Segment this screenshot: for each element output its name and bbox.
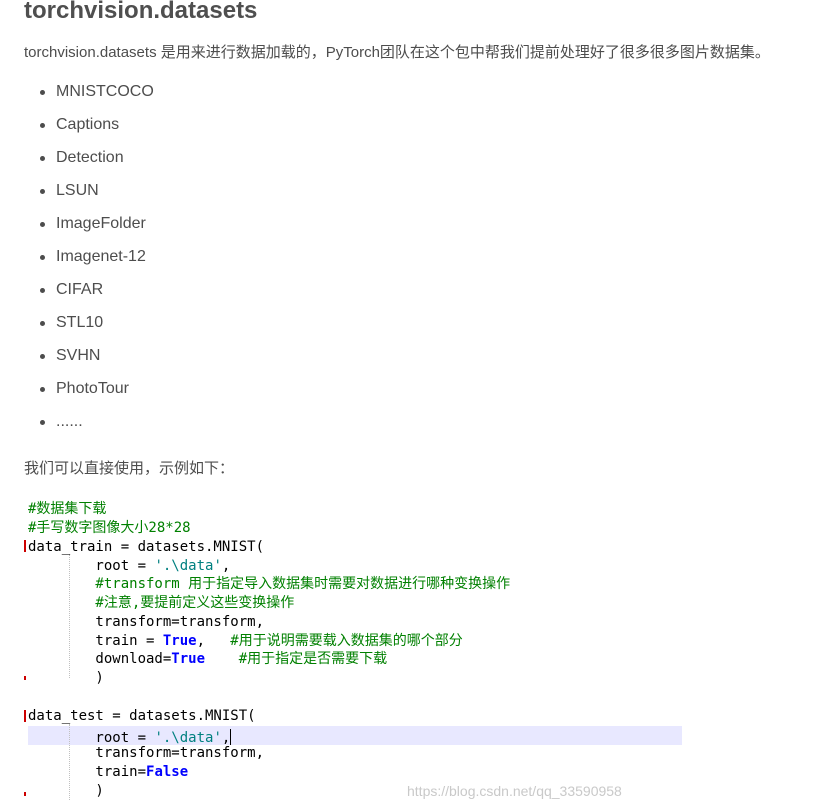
code-line: download=True #用于指定是否需要下载: [28, 650, 387, 668]
code-text: data_test = datasets.MNIST(: [28, 708, 256, 724]
code-comment: #数据集下载: [28, 501, 107, 517]
list-item: SVHN: [24, 346, 154, 379]
list-item: ImageFolder: [24, 214, 154, 247]
code-line: ): [28, 782, 104, 800]
watermark: https://blog.csdn.net/qq_33590958: [407, 783, 622, 799]
code-line: train=False: [28, 763, 188, 781]
code-line: data_train = datasets.MNIST(: [28, 538, 264, 556]
code-comment: #用于说明需要载入数据集的哪个部分: [230, 633, 463, 649]
code-text: root =: [28, 558, 155, 574]
list-item: LSUN: [24, 181, 154, 214]
code-text: ): [28, 783, 104, 799]
code-line: transform=transform,: [28, 613, 264, 631]
code-text: train=: [28, 764, 147, 780]
code-keyword: True: [162, 633, 197, 649]
code-line: root = '.\data',: [28, 726, 232, 746]
code-line: ): [28, 669, 104, 687]
article-title: torchvision.datasets: [24, 0, 258, 24]
code-comment: #用于指定是否需要下载: [238, 651, 388, 667]
code-line: data_test = datasets.MNIST(: [28, 707, 256, 725]
code-text: train =: [28, 633, 163, 649]
code-text: download=: [28, 651, 172, 667]
list-item: Detection: [24, 148, 154, 181]
code-line: #手写数字图像大小28*28: [28, 519, 191, 537]
fold-marker: [24, 540, 26, 552]
list-item: Imagenet-12: [24, 247, 154, 280]
list-item: ......: [24, 412, 154, 445]
code-comment: #注意,要提前定义这些变换操作: [28, 595, 295, 611]
code-text: transform=transform,: [28, 745, 265, 761]
text-cursor: [230, 729, 232, 745]
code-comment: #transform 用于指定导入数据集时需要对数据进行哪种变换操作: [28, 576, 511, 592]
list-item: STL10: [24, 313, 154, 346]
code-text: ,: [196, 633, 231, 649]
usage-paragraph: 我们可以直接使用，示例如下：: [24, 460, 235, 477]
dataset-list: MNISTCOCO Captions Detection LSUN ImageF…: [24, 82, 154, 445]
list-item: MNISTCOCO: [24, 82, 154, 115]
list-item: Captions: [24, 115, 154, 148]
list-item: PhotoTour: [24, 379, 154, 412]
intro-paragraph: torchvision.datasets 是用来进行数据加载的，PyTorch团…: [24, 44, 770, 61]
fold-marker: [24, 792, 26, 796]
code-line: train = True, #用于说明需要载入数据集的哪个部分: [28, 632, 463, 650]
fold-marker: [24, 710, 26, 722]
fold-marker: [24, 676, 26, 680]
code-line: #注意,要提前定义这些变换操作: [28, 594, 294, 612]
code-line: transform=transform,: [28, 744, 264, 762]
code-text: transform=transform,: [28, 614, 265, 630]
code-string: '.\data': [154, 558, 222, 574]
code-editor[interactable]: #数据集下载 #手写数字图像大小28*28 data_train = datas…: [24, 498, 829, 800]
code-keyword: True: [171, 651, 206, 667]
list-item: CIFAR: [24, 280, 154, 313]
code-text: ): [28, 670, 104, 686]
code-text: ,: [221, 558, 231, 574]
code-line: #数据集下载: [28, 500, 106, 518]
code-line: root = '.\data',: [28, 557, 230, 575]
code-comment: #手写数字图像大小28*28: [28, 520, 191, 536]
code-text: data_train = datasets.MNIST(: [28, 539, 265, 555]
code-keyword: False: [146, 764, 189, 780]
code-line: #transform 用于指定导入数据集时需要对数据进行哪种变换操作: [28, 575, 510, 593]
